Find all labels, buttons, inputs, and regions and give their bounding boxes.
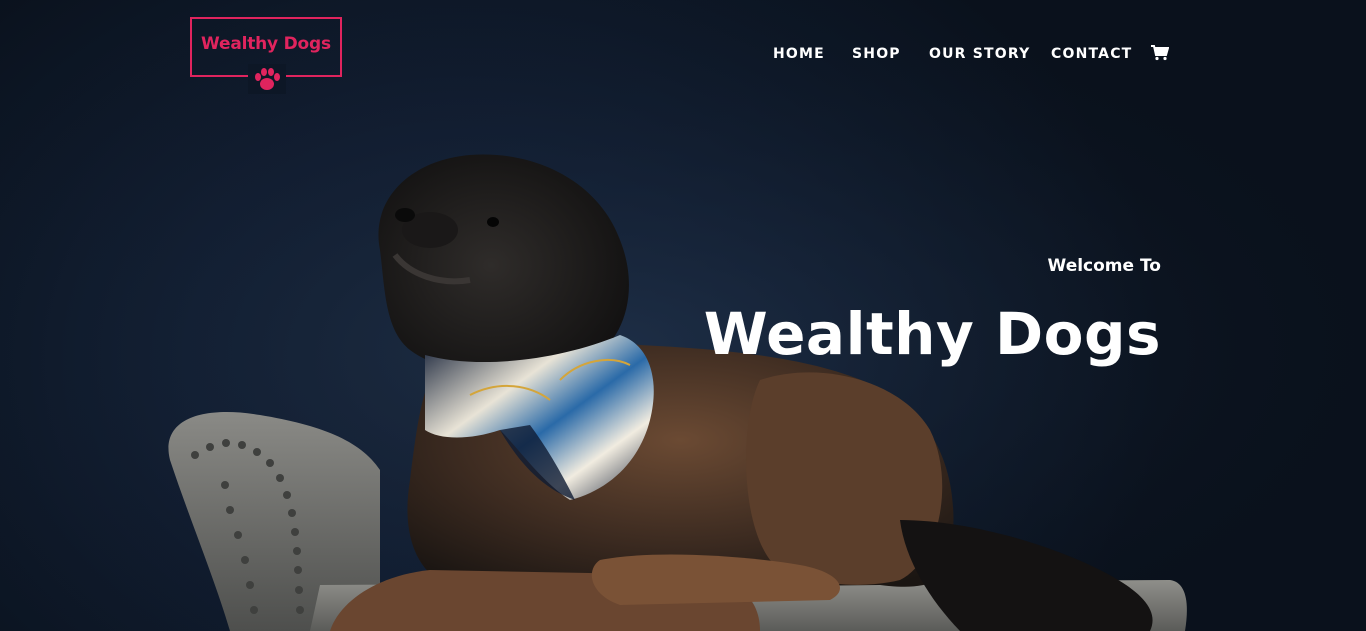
homepage: Wealthy Dogs HOME SHOP OUR STORY CONTACT… bbox=[0, 0, 1366, 631]
paw-icon bbox=[248, 64, 286, 94]
nav-home[interactable]: HOME bbox=[773, 46, 825, 62]
hero-image bbox=[0, 0, 1366, 631]
nav-shop[interactable]: SHOP bbox=[852, 46, 901, 62]
hero-title: Wealthy Dogs bbox=[703, 300, 1161, 368]
shopping-cart-icon[interactable] bbox=[1151, 45, 1169, 61]
hero-welcome-text: Welcome To bbox=[1047, 256, 1161, 276]
nav-our-story[interactable]: OUR STORY bbox=[929, 46, 1030, 62]
nav-contact[interactable]: CONTACT bbox=[1051, 46, 1132, 62]
